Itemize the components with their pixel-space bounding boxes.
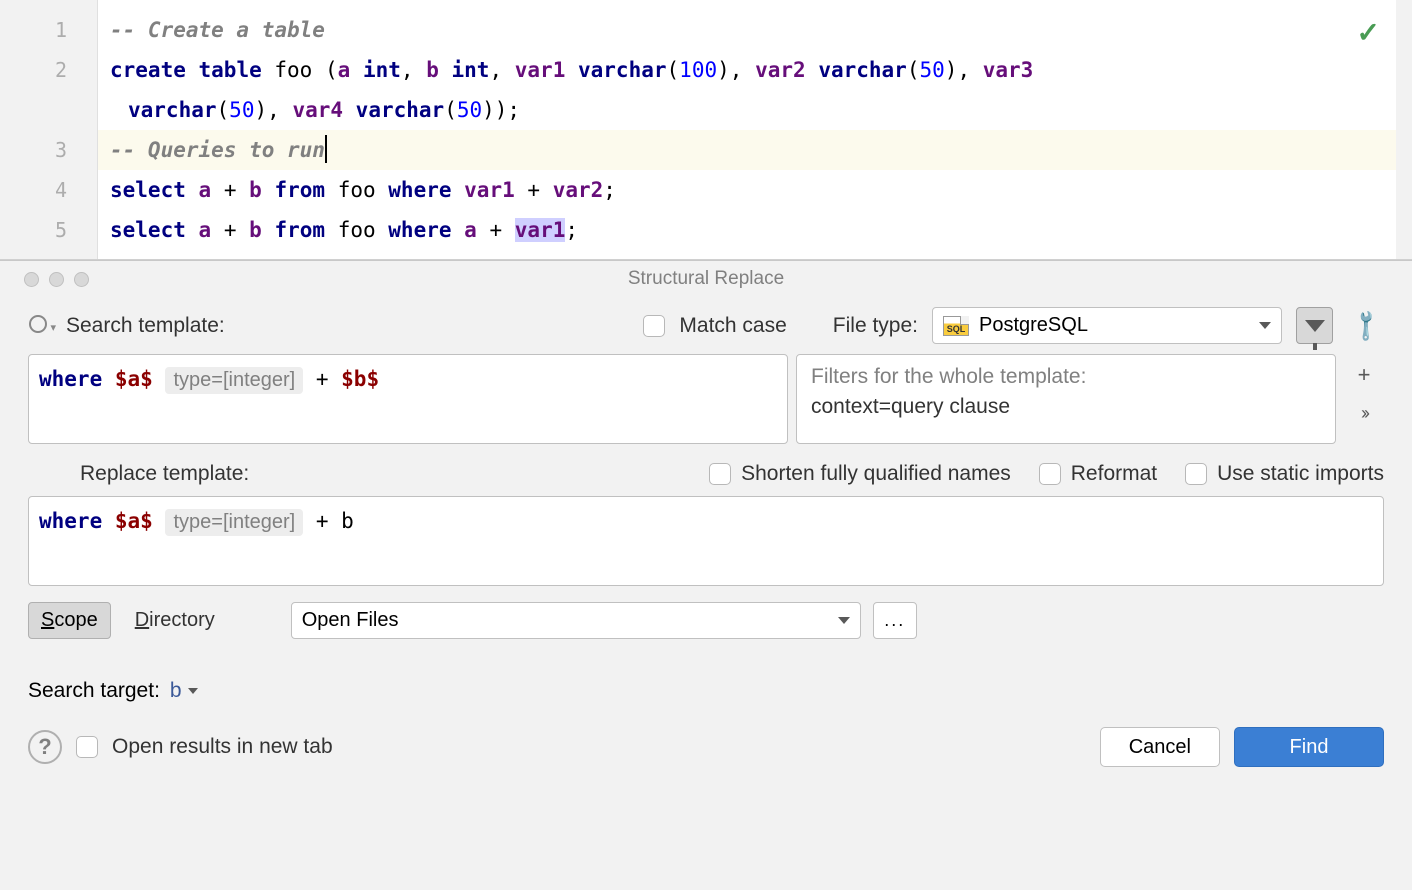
cancel-button[interactable]: Cancel: [1100, 727, 1220, 767]
reformat-checkbox[interactable]: [1039, 463, 1061, 485]
marker-stripe[interactable]: [1396, 0, 1412, 259]
static-imports-checkbox[interactable]: [1185, 463, 1207, 485]
search-target-dropdown[interactable]: b: [170, 679, 198, 703]
more-filters-button[interactable]: ››: [1349, 398, 1379, 428]
code-line-1[interactable]: -- Create a table: [98, 10, 1412, 50]
new-tab-label: Open results in new tab: [112, 735, 333, 759]
replace-template-label: Replace template:: [80, 462, 249, 486]
filters-body: context=query clause: [811, 395, 1321, 419]
chevron-down-icon: [1259, 322, 1271, 329]
code-editor[interactable]: 1 2 3 4 5 -- Create a table create table…: [0, 0, 1412, 260]
chevron-down-icon: [838, 617, 850, 624]
line-number: 2: [0, 50, 97, 130]
line-number: 1: [0, 10, 97, 50]
sql-file-icon: SQL: [943, 316, 969, 336]
match-case-label: Match case: [679, 314, 786, 338]
reformat-label: Reformat: [1071, 462, 1157, 486]
caret: [325, 135, 327, 163]
search-template-label: Search template:: [66, 314, 225, 338]
replace-template-input[interactable]: where $a$ type=[integer] + b: [28, 496, 1384, 586]
scope-value: Open Files: [302, 609, 828, 632]
code-line-3[interactable]: -- Queries to run: [98, 130, 1412, 170]
new-tab-checkbox[interactable]: [76, 736, 98, 758]
code-body[interactable]: -- Create a table create table foo (a in…: [98, 0, 1412, 259]
chevron-down-icon: [188, 688, 198, 694]
directory-tab[interactable]: Directory: [123, 603, 227, 638]
comment-text: -- Queries to run: [110, 138, 325, 162]
shorten-names-checkbox[interactable]: [709, 463, 731, 485]
inspection-ok-icon[interactable]: ✓: [1357, 16, 1380, 49]
funnel-icon: [1305, 320, 1325, 332]
code-line-4[interactable]: select a + b from foo where var1 + var2;: [98, 170, 1412, 210]
file-type-label: File type:: [833, 314, 918, 338]
code-line-2-wrap[interactable]: varchar(50), var4 varchar(50));: [98, 90, 1412, 130]
scope-select[interactable]: Open Files: [291, 602, 861, 639]
gutter: 1 2 3 4 5: [0, 0, 98, 259]
line-number: 3: [0, 130, 97, 170]
filters-panel[interactable]: Filters for the whole template: context=…: [796, 354, 1336, 444]
file-type-select[interactable]: SQL PostgreSQL: [932, 307, 1282, 344]
static-imports-label: Use static imports: [1217, 462, 1384, 486]
scope-browse-button[interactable]: ...: [873, 602, 917, 639]
search-template-input[interactable]: where $a$ type=[integer] + $b$: [28, 354, 788, 444]
comment-text: -- Create a table: [110, 18, 325, 42]
code-line-5[interactable]: select a + b from foo where a + var1;: [98, 210, 1412, 250]
shorten-label: Shorten fully qualified names: [741, 462, 1011, 486]
match-case-checkbox[interactable]: [643, 315, 665, 337]
scope-tab[interactable]: Scope: [28, 602, 111, 639]
find-button[interactable]: Find: [1234, 727, 1384, 767]
add-filter-button[interactable]: +: [1349, 360, 1379, 390]
titlebar: Structural Replace: [0, 261, 1412, 297]
tools-button[interactable]: 🔧: [1347, 307, 1384, 344]
dialog-title: Structural Replace: [0, 268, 1412, 290]
search-history-icon[interactable]: ▾: [28, 314, 52, 338]
filter-button[interactable]: [1296, 307, 1333, 344]
line-number: 4: [0, 170, 97, 210]
code-line-2[interactable]: create table foo (a int, b int, var1 var…: [98, 50, 1412, 90]
structural-replace-dialog: Structural Replace ▾ Search template: Ma…: [0, 260, 1412, 890]
filters-header: Filters for the whole template:: [811, 365, 1321, 389]
var-filter-tag[interactable]: type=[integer]: [165, 509, 303, 536]
help-button[interactable]: ?: [28, 730, 62, 764]
wrench-icon: 🔧: [1347, 307, 1385, 345]
file-type-value: PostgreSQL: [979, 314, 1249, 337]
var-filter-tag[interactable]: type=[integer]: [165, 367, 303, 394]
line-number: 5: [0, 210, 97, 250]
search-target-label: Search target:: [28, 679, 160, 703]
